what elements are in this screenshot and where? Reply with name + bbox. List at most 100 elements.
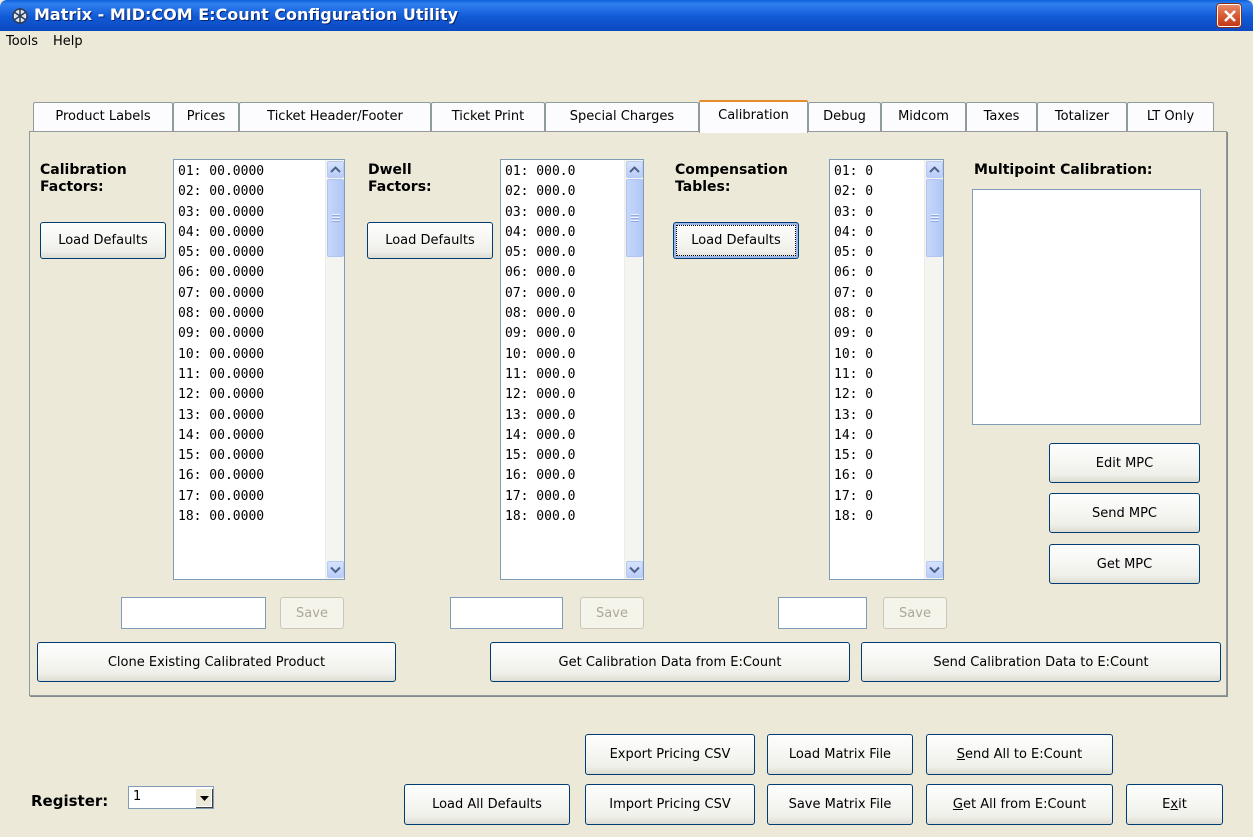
list-item[interactable]: 13: 0 [834, 406, 873, 426]
list-item[interactable]: 09: 0 [834, 324, 873, 344]
list-item[interactable]: 10: 00.0000 [178, 345, 264, 365]
list-item[interactable]: 18: 000.0 [505, 507, 575, 527]
send-calibration-data-button[interactable]: Send Calibration Data to E:Count [861, 642, 1221, 682]
list-item[interactable]: 06: 00.0000 [178, 263, 264, 283]
tab-taxes[interactable]: Taxes [966, 102, 1037, 132]
close-button[interactable] [1217, 4, 1241, 27]
clone-calibrated-product-button[interactable]: Clone Existing Calibrated Product [37, 642, 396, 682]
scroll-thumb[interactable] [626, 179, 643, 257]
dwell-factor-input[interactable] [450, 597, 563, 629]
save-matrix-file-button[interactable]: Save Matrix File [767, 784, 913, 825]
dwell-factors-scrollbar[interactable] [624, 160, 643, 579]
import-pricing-csv-button[interactable]: Import Pricing CSV [585, 784, 755, 825]
list-item[interactable]: 15: 00.0000 [178, 446, 264, 466]
list-item[interactable]: 13: 00.0000 [178, 406, 264, 426]
list-item[interactable]: 17: 0 [834, 487, 873, 507]
scroll-up-arrow-icon[interactable] [327, 161, 344, 178]
compensation-tables-list[interactable]: 01: 0 02: 0 03: 0 04: 0 05: 0 06: 0 07: 0 08: 0… [829, 159, 944, 580]
scroll-thumb[interactable] [926, 179, 943, 257]
menu-tools[interactable]: Tools [6, 34, 38, 49]
list-item[interactable]: 12: 0 [834, 385, 873, 405]
tab-totalizer[interactable]: Totalizer [1037, 102, 1127, 132]
list-item[interactable]: 17: 00.0000 [178, 487, 264, 507]
list-item[interactable]: 18: 00.0000 [178, 507, 264, 527]
comp-tables-scrollbar[interactable] [924, 160, 943, 579]
register-select[interactable]: 1 [128, 786, 214, 809]
list-item[interactable]: 03: 00.0000 [178, 203, 264, 223]
list-item[interactable]: 04: 000.0 [505, 223, 575, 243]
tab-debug[interactable]: Debug [808, 102, 881, 132]
list-item[interactable]: 01: 0 [834, 162, 873, 182]
list-item[interactable]: 11: 00.0000 [178, 365, 264, 385]
tab-ticket-print[interactable]: Ticket Print [431, 102, 545, 132]
list-item[interactable]: 05: 0 [834, 243, 873, 263]
cal-factor-input[interactable] [121, 597, 266, 629]
list-item[interactable]: 14: 00.0000 [178, 426, 264, 446]
list-item[interactable]: 16: 000.0 [505, 466, 575, 486]
list-item[interactable]: 17: 000.0 [505, 487, 575, 507]
list-item[interactable]: 03: 0 [834, 203, 873, 223]
list-item[interactable]: 10: 0 [834, 345, 873, 365]
load-all-defaults-button[interactable]: Load All Defaults [404, 784, 570, 825]
cal-factors-scrollbar[interactable] [325, 160, 344, 579]
list-item[interactable]: 18: 0 [834, 507, 873, 527]
multipoint-calibration-box[interactable] [972, 189, 1201, 425]
list-item[interactable]: 08: 00.0000 [178, 304, 264, 324]
list-item[interactable]: 02: 0 [834, 182, 873, 202]
list-item[interactable]: 13: 000.0 [505, 406, 575, 426]
list-item[interactable]: 14: 000.0 [505, 426, 575, 446]
dwell-factor-save-button[interactable]: Save [580, 597, 644, 629]
list-item[interactable]: 05: 00.0000 [178, 243, 264, 263]
tab-prices[interactable]: Prices [173, 102, 239, 132]
tab-calibration[interactable]: Calibration [699, 100, 808, 133]
scroll-up-arrow-icon[interactable] [626, 161, 643, 178]
list-item[interactable]: 03: 000.0 [505, 203, 575, 223]
list-item[interactable]: 16: 00.0000 [178, 466, 264, 486]
edit-mpc-button[interactable]: Edit MPC [1049, 443, 1200, 483]
export-pricing-csv-button[interactable]: Export Pricing CSV [585, 734, 755, 775]
list-item[interactable]: 15: 0 [834, 446, 873, 466]
get-all-from-ecount-button[interactable]: Get All from E:Count [926, 784, 1113, 825]
get-mpc-button[interactable]: Get MPC [1049, 544, 1200, 584]
list-item[interactable]: 02: 00.0000 [178, 182, 264, 202]
list-item[interactable]: 09: 000.0 [505, 324, 575, 344]
scroll-down-arrow-icon[interactable] [327, 561, 344, 578]
list-item[interactable]: 12: 00.0000 [178, 385, 264, 405]
list-item[interactable]: 08: 000.0 [505, 304, 575, 324]
list-item[interactable]: 14: 0 [834, 426, 873, 446]
list-item[interactable]: 07: 00.0000 [178, 284, 264, 304]
load-matrix-file-button[interactable]: Load Matrix File [767, 734, 913, 775]
tab-product-labels[interactable]: Product Labels [33, 102, 173, 132]
list-item[interactable]: 04: 00.0000 [178, 223, 264, 243]
list-item[interactable]: 05: 000.0 [505, 243, 575, 263]
tab-midcom[interactable]: Midcom [881, 102, 966, 132]
menu-help[interactable]: Help [53, 34, 83, 49]
tab-lt-only[interactable]: LT Only [1127, 102, 1214, 132]
list-item[interactable]: 07: 000.0 [505, 284, 575, 304]
tab-ticket-header-footer[interactable]: Ticket Header/Footer [239, 102, 431, 132]
list-item[interactable]: 10: 000.0 [505, 345, 575, 365]
comp-load-defaults-button[interactable]: Load Defaults [673, 222, 799, 259]
cal-factor-save-button[interactable]: Save [280, 597, 344, 629]
chevron-down-icon[interactable] [195, 788, 212, 807]
send-all-to-ecount-button[interactable]: Send All to E:Count [926, 734, 1113, 775]
tab-special-charges[interactable]: Special Charges [545, 102, 699, 132]
cal-factors-load-defaults-button[interactable]: Load Defaults [40, 222, 166, 259]
list-item[interactable]: 04: 0 [834, 223, 873, 243]
exit-button[interactable]: Exit [1126, 784, 1223, 825]
list-item[interactable]: 01: 000.0 [505, 162, 575, 182]
list-item[interactable]: 07: 0 [834, 284, 873, 304]
dwell-factors-list[interactable]: 01: 000.0 02: 000.0 03: 000.0 04: 000.0 05: … [500, 159, 644, 580]
scroll-down-arrow-icon[interactable] [626, 561, 643, 578]
scroll-thumb[interactable] [327, 179, 344, 257]
send-mpc-button[interactable]: Send MPC [1049, 493, 1200, 533]
list-item[interactable]: 08: 0 [834, 304, 873, 324]
get-calibration-data-button[interactable]: Get Calibration Data from E:Count [490, 642, 850, 682]
list-item[interactable]: 15: 000.0 [505, 446, 575, 466]
list-item[interactable]: 02: 000.0 [505, 182, 575, 202]
dwell-load-defaults-button[interactable]: Load Defaults [367, 222, 493, 259]
scroll-down-arrow-icon[interactable] [926, 561, 943, 578]
list-item[interactable]: 01: 00.0000 [178, 162, 264, 182]
list-item[interactable]: 16: 0 [834, 466, 873, 486]
list-item[interactable]: 11: 000.0 [505, 365, 575, 385]
